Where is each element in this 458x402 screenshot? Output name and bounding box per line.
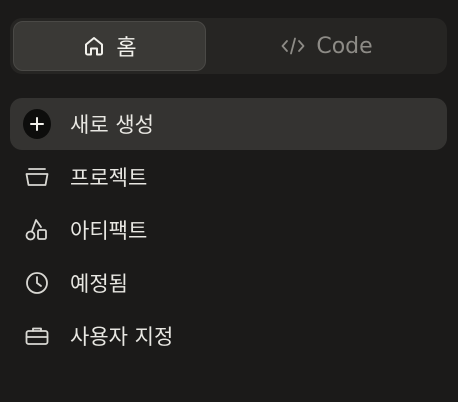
tab-code[interactable]: Code: [210, 21, 443, 71]
tab-home-label: 홈: [116, 36, 137, 61]
menu-item-label: 프로젝트: [70, 166, 148, 190]
shapes-icon: [23, 216, 51, 244]
menu-item-label: 새로 생성: [70, 113, 154, 137]
clock-icon: [23, 269, 51, 297]
plus-icon: [23, 109, 51, 139]
code-icon: [280, 34, 306, 58]
menu-item-artifacts[interactable]: 아티팩트: [10, 204, 447, 256]
menu-item-label: 아티팩트: [70, 219, 148, 243]
briefcase-icon: [23, 322, 51, 350]
menu-item-projects[interactable]: 프로젝트: [10, 151, 447, 203]
mode-switcher: 홈 Code: [10, 18, 447, 74]
menu-item-customize[interactable]: 사용자 지정: [10, 310, 447, 362]
menu-item-label: 사용자 지정: [70, 325, 174, 349]
menu-item-scheduled[interactable]: 예정됨: [10, 257, 447, 309]
home-icon: [82, 34, 106, 58]
menu-item-label: 예정됨: [70, 272, 128, 296]
tab-code-label: Code: [316, 33, 373, 59]
folder-icon: [23, 163, 51, 191]
sidebar-menu: 새로 생성 프로젝트 아티팩트 예정됨 사용자 지정: [10, 98, 447, 363]
tab-home[interactable]: 홈: [13, 21, 206, 71]
menu-item-new[interactable]: 새로 생성: [10, 98, 447, 150]
